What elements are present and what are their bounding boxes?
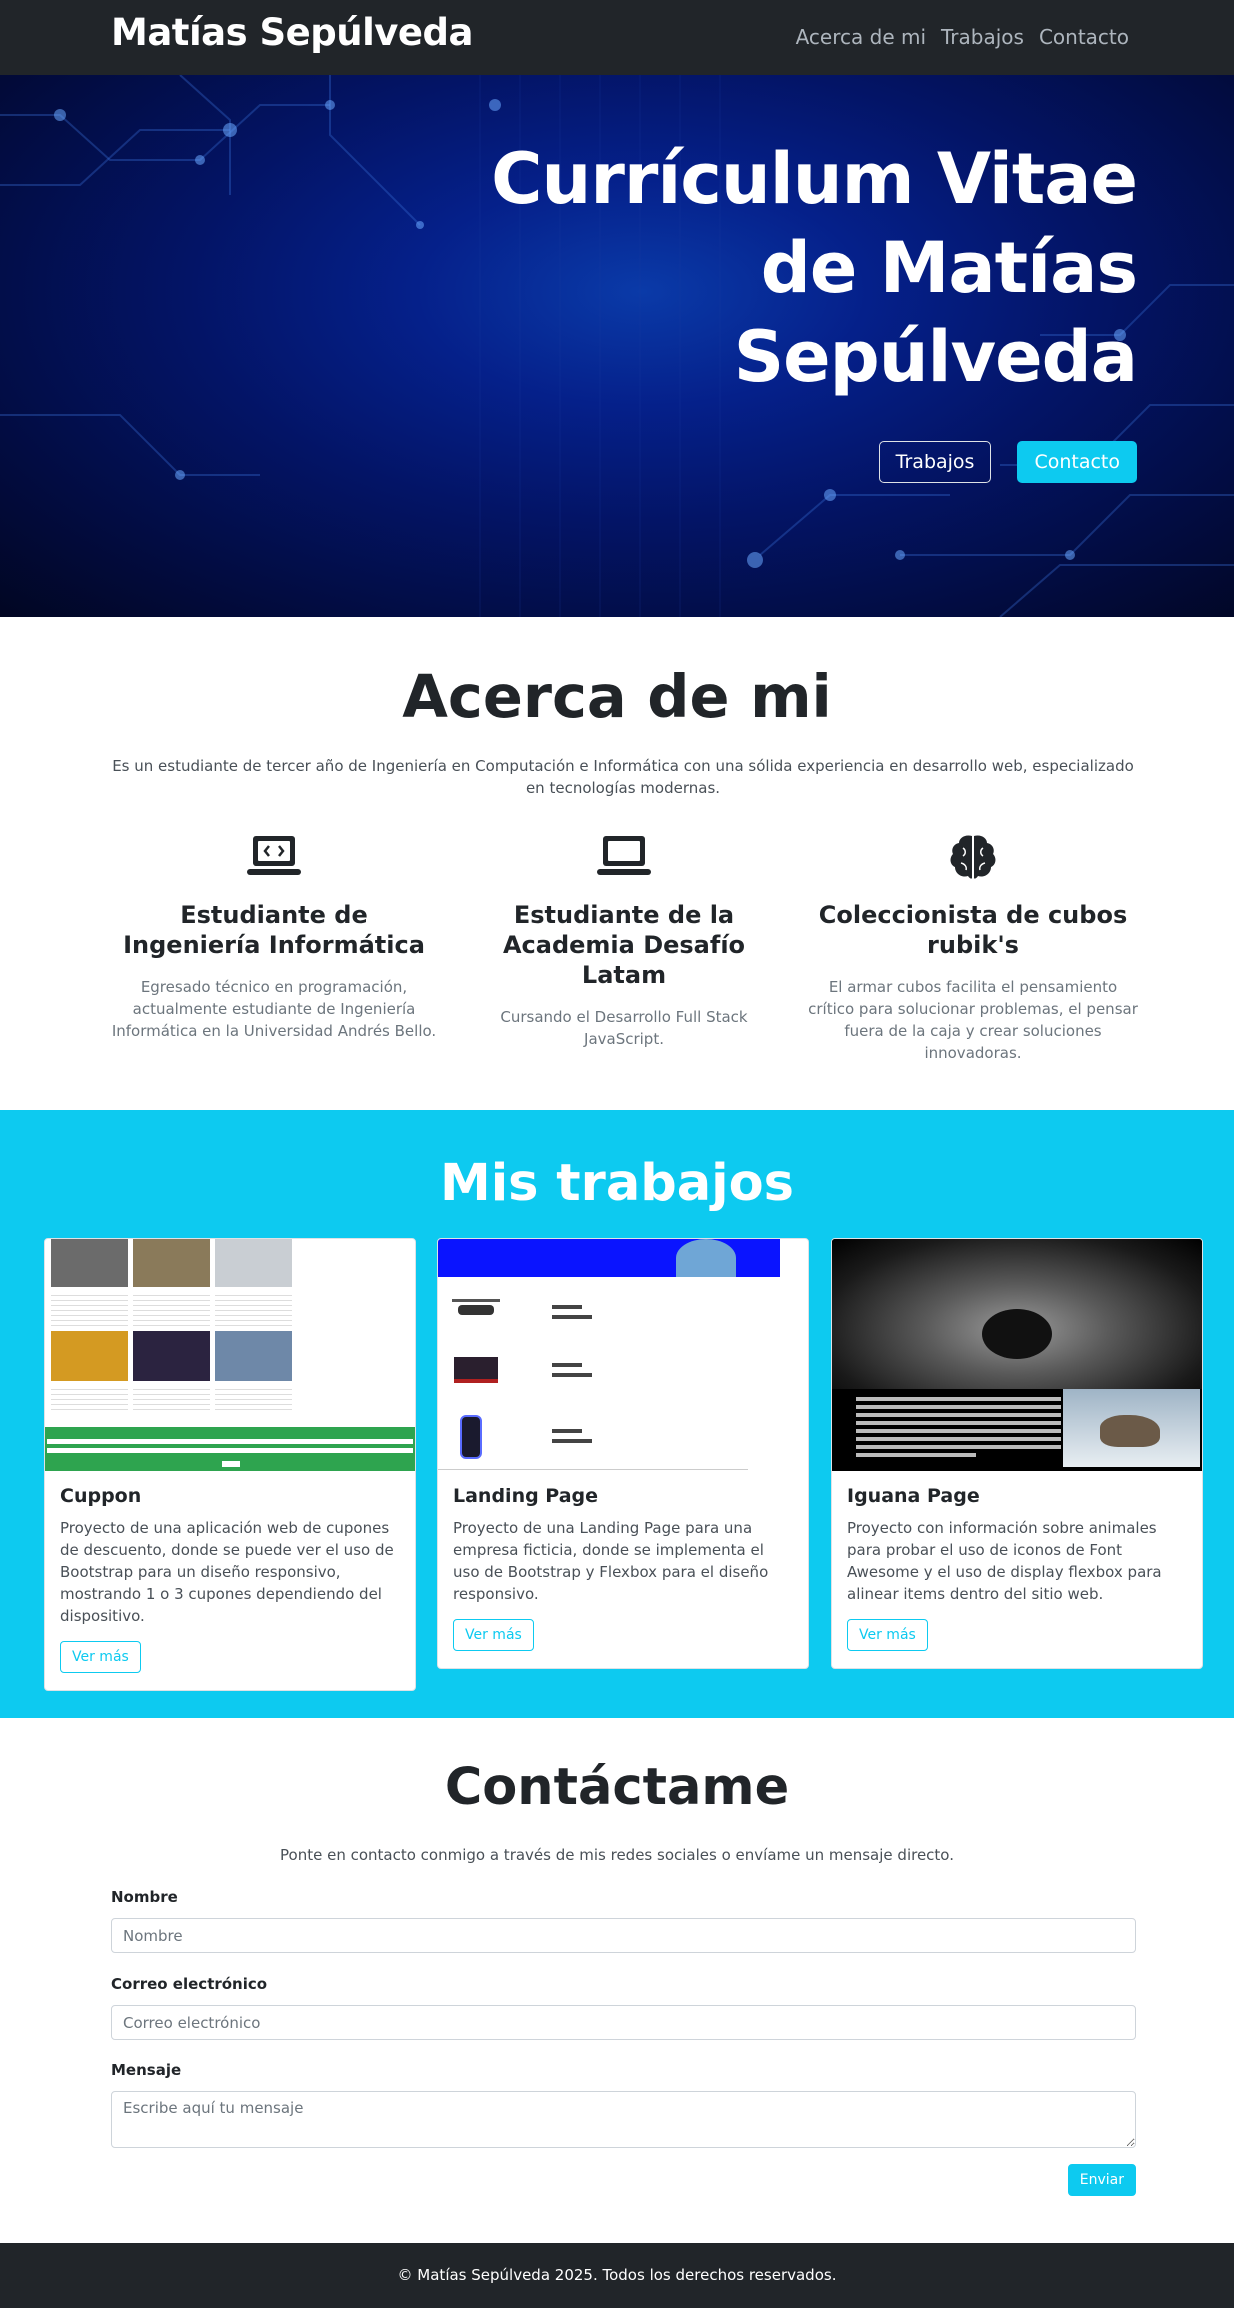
nav-link-contacto[interactable]: Contacto (1039, 25, 1129, 49)
nav-links: Acerca de mi Trabajos Contacto (796, 25, 1129, 49)
card-title: Iguana Page (847, 1485, 980, 1507)
feature-rubik: Coleccionista de cubos rubik's El armar … (808, 832, 1138, 1064)
card-body: Cuppon Proyecto de una aplicación web de… (45, 1471, 415, 1690)
hero-title-line-2: de Matías (760, 227, 1138, 309)
hero-title: Currículum Vitae de Matías Sepúlveda (437, 135, 1138, 402)
footer: © Matías Sepúlveda 2025. Todos los derec… (0, 2243, 1234, 2308)
laptop-code-icon (247, 836, 301, 875)
feature-desafio: Estudiante de la Academia Desafío Latam … (459, 832, 789, 1050)
footer-text: © Matías Sepúlveda 2025. Todos los derec… (397, 2266, 837, 2284)
feature-text: El armar cubos facilita el pensamiento c… (808, 978, 1138, 1062)
feature-title: Estudiante de la Academia Desafío Latam (502, 901, 746, 989)
message-textarea[interactable] (111, 2091, 1136, 2148)
iguana-ver-mas-button[interactable]: Ver más (847, 1619, 928, 1651)
cuppon-screenshot-image (45, 1239, 415, 1471)
navbar: Matías Sepúlveda Acerca de mi Trabajos C… (0, 0, 1234, 75)
card-text: Proyecto de una Landing Page para una em… (453, 1519, 769, 1603)
card-body: Landing Page Proyecto de una Landing Pag… (438, 1471, 808, 1668)
about-section: Acerca de mi Es un estudiante de tercer … (0, 617, 1234, 1110)
card-title: Landing Page (453, 1485, 599, 1507)
email-input[interactable] (111, 2005, 1136, 2040)
hero-buttons: Trabajos Contacto (878, 441, 1137, 483)
hero-trabajos-button[interactable]: Trabajos (878, 441, 992, 483)
contact-lead: Ponte en contacto conmigo a través de mi… (280, 1846, 954, 1864)
nav-link-trabajos[interactable]: Trabajos (941, 25, 1024, 49)
nav-link-acerca[interactable]: Acerca de mi (796, 25, 926, 49)
brain-icon (950, 835, 996, 879)
card-text: Proyecto de una aplicación web de cupone… (60, 1519, 394, 1625)
work-card-cuppon: Cuppon Proyecto de una aplicación web de… (44, 1238, 416, 1691)
send-button[interactable]: Enviar (1067, 2164, 1136, 2196)
message-label: Mensaje (111, 2061, 182, 2079)
works-section: Mis trabajos Cuppon Proyecto de una apli… (0, 1110, 1234, 1718)
landing-page-screenshot-image (438, 1239, 808, 1471)
brand-link[interactable]: Matías Sepúlveda (111, 11, 473, 54)
feature-title: Coleccionista de cubos rubik's (818, 901, 1128, 959)
hero-section: Currículum Vitae de Matías Sepúlveda Tra… (0, 75, 1234, 617)
contact-section: Contáctame Ponte en contacto conmigo a t… (0, 1718, 1234, 2243)
email-label: Correo electrónico (111, 1975, 268, 1993)
hero-contacto-button[interactable]: Contacto (1017, 441, 1137, 483)
landing-ver-mas-button[interactable]: Ver más (453, 1619, 534, 1651)
card-body: Iguana Page Proyecto con información sob… (832, 1471, 1202, 1668)
about-lead: Es un estudiante de tercer año de Ingeni… (112, 757, 1134, 797)
hero-title-line-1: Currículum Vitae (491, 138, 1138, 220)
work-card-landing: Landing Page Proyecto de una Landing Pag… (437, 1238, 809, 1669)
about-title: Acerca de mi (402, 662, 832, 731)
hero-title-line-3: Sepúlveda (733, 316, 1138, 398)
card-title: Cuppon (60, 1485, 142, 1507)
works-title: Mis trabajos (439, 1154, 795, 1213)
card-text: Proyecto con información sobre animales … (847, 1519, 1162, 1603)
cuppon-ver-mas-button[interactable]: Ver más (60, 1641, 141, 1673)
contact-title: Contáctame (444, 1758, 790, 1817)
feature-title: Estudiante de Ingeniería Informática (123, 901, 425, 959)
name-input[interactable] (111, 1918, 1136, 1953)
name-label: Nombre (111, 1888, 178, 1906)
laptop-icon (597, 836, 651, 875)
feature-engineering: Estudiante de Ingeniería Informática Egr… (109, 832, 439, 1042)
work-card-iguana: Iguana Page Proyecto con información sob… (831, 1238, 1203, 1669)
feature-text: Egresado técnico en programación, actual… (111, 978, 437, 1040)
feature-text: Cursando el Desarrollo Full Stack JavaSc… (500, 1008, 748, 1048)
iguana-page-screenshot-image (832, 1239, 1202, 1471)
